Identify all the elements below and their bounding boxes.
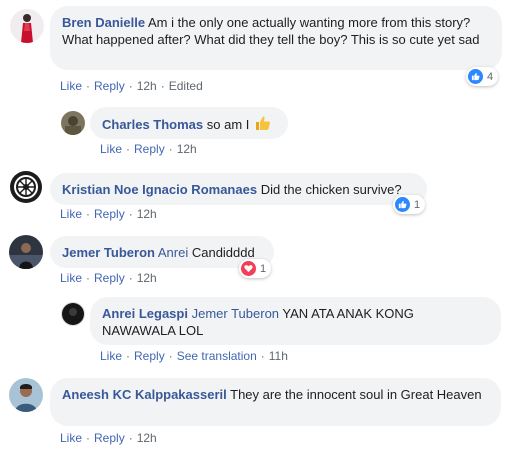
love-icon bbox=[241, 261, 256, 276]
like-link[interactable]: Like bbox=[60, 207, 82, 221]
reply-bubble: Anrei Legaspi Jemer Tuberon YAN ATA ANAK… bbox=[90, 297, 501, 345]
reaction-count-label: 1 bbox=[260, 262, 267, 275]
timestamp[interactable]: 12h bbox=[137, 207, 157, 221]
mention-tag[interactable]: Anrei bbox=[158, 245, 188, 260]
like-link[interactable]: Like bbox=[100, 142, 122, 156]
comment-actions: Like · Reply · 12h · Edited bbox=[60, 79, 203, 93]
comment-author[interactable]: Anrei Legaspi bbox=[102, 306, 188, 321]
mention-tag[interactable]: Jemer Tuberon bbox=[192, 306, 279, 321]
thumbs-up-emoji bbox=[255, 115, 271, 135]
comment-text: They are the innocent soul in Great Heav… bbox=[230, 387, 482, 402]
comment-actions: Like · Reply · 12h bbox=[100, 142, 197, 156]
timestamp[interactable]: 12h bbox=[137, 271, 157, 285]
reply-link[interactable]: Reply bbox=[94, 79, 125, 93]
like-icon bbox=[395, 197, 410, 212]
comment-actions: Like · Reply · 12h bbox=[60, 431, 157, 445]
reply-bubble: Charles Thomas so am I bbox=[90, 107, 288, 139]
see-translation-link[interactable]: See translation bbox=[177, 349, 257, 363]
like-link[interactable]: Like bbox=[60, 271, 82, 285]
comment-actions: Like · Reply · See translation · 11h bbox=[100, 349, 288, 363]
comment-text: Candidddd bbox=[191, 245, 255, 260]
comment-bubble: Kristian Noe Ignacio Romanaes Did the ch… bbox=[50, 173, 427, 205]
reply-link[interactable]: Reply bbox=[94, 431, 125, 445]
like-link[interactable]: Like bbox=[100, 349, 122, 363]
comment-actions: Like · Reply · 12h bbox=[60, 271, 157, 285]
reaction-count[interactable]: 1 bbox=[393, 195, 426, 214]
avatar[interactable] bbox=[61, 111, 85, 135]
comment-author[interactable]: Kristian Noe Ignacio Romanaes bbox=[62, 182, 257, 197]
timestamp[interactable]: 12h bbox=[177, 142, 197, 156]
reply-link[interactable]: Reply bbox=[94, 271, 125, 285]
comment-author[interactable]: Bren Danielle bbox=[62, 15, 145, 30]
like-link[interactable]: Like bbox=[60, 79, 82, 93]
avatar[interactable] bbox=[9, 170, 43, 204]
avatar[interactable] bbox=[61, 302, 85, 326]
like-icon bbox=[468, 69, 483, 84]
comment-actions: Like · Reply · 12h bbox=[60, 207, 157, 221]
comment-bubble: Bren Danielle Am i the only one actually… bbox=[50, 6, 502, 70]
comment-bubble: Aneesh KC Kalppakasseril They are the in… bbox=[50, 378, 501, 426]
reply-link[interactable]: Reply bbox=[134, 142, 165, 156]
edited-label[interactable]: Edited bbox=[169, 79, 203, 93]
comment-text: so am I bbox=[206, 117, 250, 132]
comment-author[interactable]: Jemer Tuberon bbox=[62, 245, 155, 260]
reaction-count[interactable]: 4 bbox=[466, 67, 499, 86]
like-link[interactable]: Like bbox=[60, 431, 82, 445]
comment-text: Did the chicken survive? bbox=[260, 182, 402, 197]
avatar[interactable] bbox=[9, 235, 43, 269]
reaction-count-label: 4 bbox=[487, 70, 494, 83]
comment-author[interactable]: Aneesh KC Kalppakasseril bbox=[62, 387, 227, 402]
timestamp[interactable]: 12h bbox=[137, 79, 157, 93]
timestamp[interactable]: 11h bbox=[269, 349, 288, 363]
comment-author[interactable]: Charles Thomas bbox=[102, 117, 203, 132]
reply-link[interactable]: Reply bbox=[94, 207, 125, 221]
reply-link[interactable]: Reply bbox=[134, 349, 165, 363]
reaction-count[interactable]: 1 bbox=[239, 259, 272, 278]
reaction-count-label: 1 bbox=[414, 198, 421, 211]
timestamp[interactable]: 12h bbox=[137, 431, 157, 445]
avatar[interactable] bbox=[9, 378, 43, 412]
avatar[interactable] bbox=[10, 9, 44, 43]
